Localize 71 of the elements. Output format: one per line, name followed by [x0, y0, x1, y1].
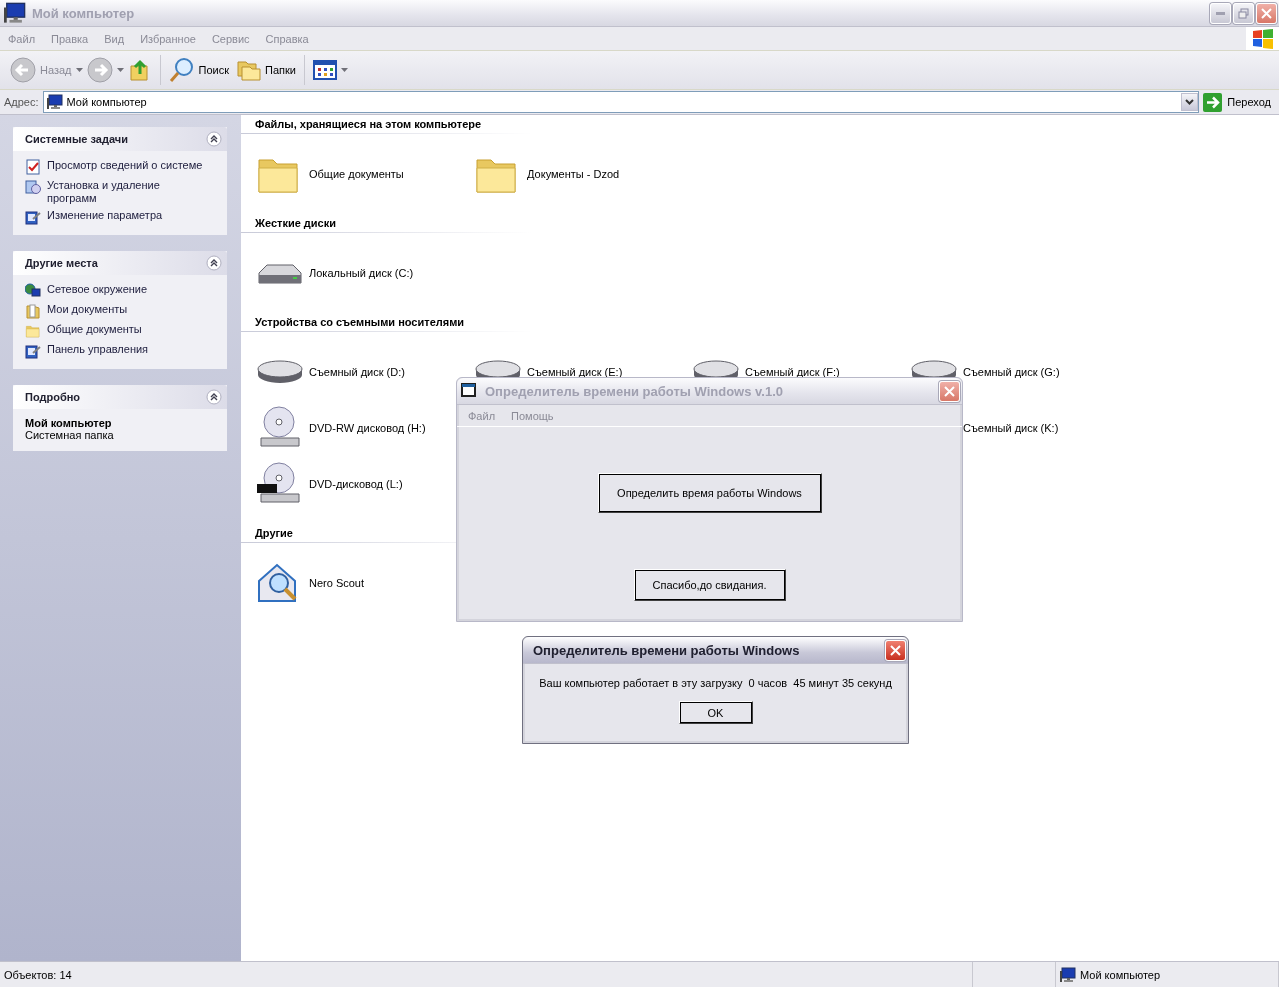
- window-title: Мой компьютер: [32, 5, 136, 21]
- drive-item[interactable]: Документы - Dzod: [473, 150, 620, 198]
- panel-header[interactable]: Системные задачи: [13, 127, 227, 151]
- drive-icon: [255, 359, 303, 385]
- address-label: Адрес:: [4, 96, 39, 108]
- drive-item[interactable]: Общие документы: [255, 150, 404, 198]
- restore-icon: [1238, 7, 1249, 19]
- chevron-down-icon: [1185, 99, 1195, 105]
- dialog-title: Определитель времени работы Windows: [533, 642, 801, 658]
- collapse-icon: [206, 389, 222, 405]
- details-name: Мой компьютер: [25, 417, 113, 429]
- drive-item[interactable]: DVD-дисковод (L:): [255, 460, 403, 508]
- go-arrow-icon: [1203, 92, 1223, 112]
- task-link[interactable]: Сетевое окружение: [25, 283, 219, 299]
- windows-flag-icon: [1251, 28, 1274, 49]
- search-button[interactable]: Поиск: [164, 54, 233, 86]
- task-link[interactable]: Панель управления: [25, 343, 219, 359]
- computer-icon: [46, 94, 63, 110]
- close-icon: [890, 644, 901, 656]
- collapse-icon: [206, 255, 222, 271]
- section-heading: Файлы, хранящиеся на этом компьютере: [241, 118, 531, 134]
- views-icon: [312, 60, 337, 80]
- drive-item[interactable]: DVD-RW дисковод (H:): [255, 404, 426, 452]
- panel-header[interactable]: Подробно: [13, 385, 227, 409]
- close-icon: [1261, 7, 1272, 19]
- panel-header[interactable]: Другие места: [13, 251, 227, 275]
- folder-icon: [25, 323, 41, 339]
- drive-item[interactable]: Локальный диск (C:): [255, 249, 414, 297]
- document-check-icon: [25, 159, 41, 175]
- caret-icon: [116, 68, 124, 72]
- documents-folder-icon: [25, 303, 41, 319]
- drive-item[interactable]: Nero Scout: [255, 559, 365, 607]
- computer-icon: [1060, 966, 1076, 983]
- task-link[interactable]: Мои документы: [25, 303, 219, 319]
- section-heading: Жесткие диски: [241, 217, 531, 233]
- minimize-button[interactable]: [1210, 2, 1231, 24]
- details-type: Системная папка: [25, 429, 115, 441]
- maximize-button[interactable]: [1233, 2, 1254, 24]
- drive-item[interactable]: Съемный диск (D:): [255, 348, 405, 396]
- caret-icon: [340, 68, 348, 72]
- status-location: Мой компьютер: [1056, 962, 1279, 987]
- dialog-button[interactable]: Спасибо,до свидания.: [633, 569, 786, 601]
- task-link[interactable]: Общие документы: [25, 323, 219, 339]
- computer-icon: [4, 2, 26, 24]
- dialog-button[interactable]: Определить время работы Windows: [597, 473, 822, 513]
- minimize-icon: [1216, 11, 1225, 15]
- go-button[interactable]: Переход: [1203, 92, 1277, 112]
- dropdown-button[interactable]: [1181, 93, 1199, 111]
- network-icon: [25, 283, 41, 299]
- address-field[interactable]: Мой компьютер: [42, 91, 1200, 113]
- folders-button[interactable]: Папки: [233, 54, 300, 86]
- folders-icon: [237, 59, 261, 81]
- collapse-icon: [206, 131, 222, 147]
- status-text: Объектов: 14: [0, 962, 973, 987]
- section-heading: Устройства со съемными носителями: [241, 316, 531, 332]
- control-panel-icon: [25, 343, 41, 359]
- task-link[interactable]: Просмотр сведений о системе: [25, 159, 219, 175]
- close-icon: [944, 385, 955, 397]
- dialog-title: Определитель времени работы Windows v.1.0: [485, 383, 784, 399]
- ok-button[interactable]: OK: [678, 701, 753, 724]
- close-button[interactable]: [885, 639, 906, 661]
- close-button[interactable]: [1256, 2, 1277, 24]
- caret-icon: [75, 68, 83, 72]
- task-link[interactable]: Изменение параметра: [25, 209, 219, 225]
- close-button[interactable]: [939, 380, 960, 402]
- window-icon: [461, 383, 479, 399]
- control-panel-icon: [25, 209, 41, 225]
- task-link[interactable]: Установка и удаление программ: [25, 179, 219, 205]
- message-text: Ваш компьютер работает в эту загрузку 0 часов 45 минут 35 секунд: [539, 677, 892, 689]
- programs-icon: [25, 179, 41, 195]
- search-icon: [168, 57, 195, 83]
